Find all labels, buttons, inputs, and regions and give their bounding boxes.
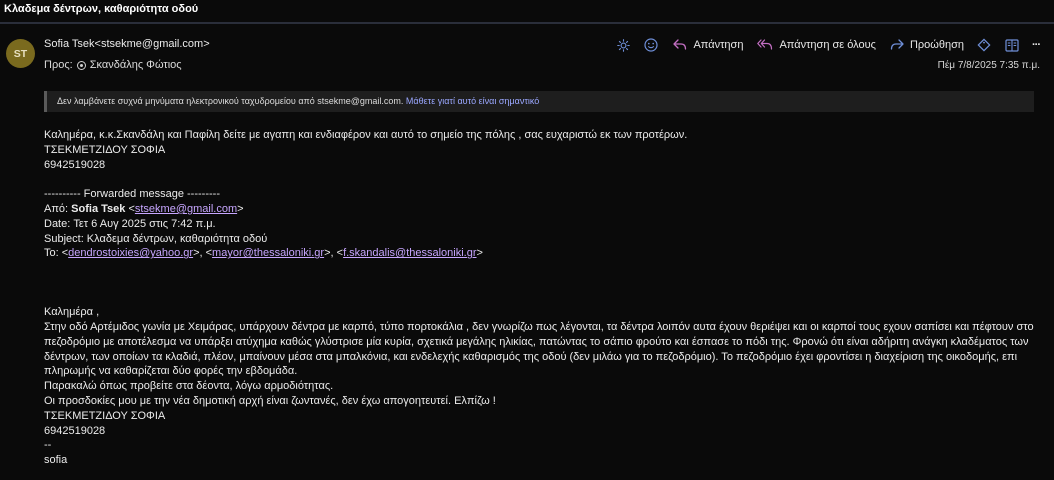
reply-all-button[interactable]: Απάντηση σε όλους (757, 39, 876, 51)
signature-phone: 6942519028 (44, 424, 106, 437)
forward-to: To: <dendrostoixies@yahoo.gr>, <mayor@th… (44, 247, 483, 260)
message-date: Πέμ 7/8/2025 7:35 π.μ. (937, 60, 1040, 71)
from-name: Sofia Tsek (71, 202, 126, 215)
avatar[interactable]: ST (6, 39, 35, 68)
person-icon (76, 60, 86, 70)
request-text: Παρακαλώ όπως προβείτε στα δέοντα, λόγω … (44, 380, 334, 393)
title-bar: Κλαδεμα δέντρων, καθαριότητα οδού (0, 0, 1054, 24)
forward-icon (890, 39, 904, 50)
window-title: Κλαδεμα δέντρων, καθαριότητα οδού (4, 3, 199, 15)
reply-all-icon (757, 39, 773, 50)
forward-subject: Subject: Κλαδεμα δέντρων, καθαριότητα οδ… (44, 232, 268, 245)
from-label: Από: (44, 202, 69, 215)
recipient-name[interactable]: Σκανδάλης Φώτιος (90, 59, 182, 71)
sender-name[interactable]: Sofia Tsek<stsekme@gmail.com> (44, 38, 210, 50)
notice-text: Δεν λαμβάνετε συχνά μηνύματα ηλεκτρονικο… (57, 96, 404, 106)
emoji-icon[interactable] (643, 37, 659, 53)
to-email-link[interactable]: mayor@thessaloniki.gr (212, 247, 324, 259)
expectations-text: Οι προσδοκίες μου με την νέα δημοτική αρ… (44, 394, 496, 407)
forward-header: ---------- Forwarded message --------- (44, 188, 220, 201)
tag-icon[interactable] (976, 37, 992, 53)
message-toolbar: Απάντηση Απάντηση σε όλους Προώθηση ··· (603, 36, 1041, 54)
more-options-button[interactable]: ··· (1032, 39, 1041, 51)
to-email-link[interactable]: f.skandalis@thessaloniki.gr (343, 247, 476, 259)
signature-separator: -- (44, 439, 52, 452)
reply-icon (673, 39, 687, 50)
forward-button[interactable]: Προώθηση (890, 39, 964, 51)
main-paragraph: Στην οδό Αρτέμιδος γωνία με Χειμάρας, υπ… (44, 320, 1034, 378)
signature-phone: 6942519028 (44, 158, 106, 171)
recipient-prefix: Προς: (44, 59, 73, 71)
from-email-link[interactable]: stsekme@gmail.com (135, 203, 237, 215)
immersive-reader-icon[interactable] (1004, 37, 1020, 53)
safety-notice: Δεν λαμβάνετε συχνά μηνύματα ηλεκτρονικο… (44, 91, 1034, 112)
message-body: Καλημέρα, κ.κ.Σκανδάλη και Παφίλη δείτε … (44, 128, 1044, 468)
notice-link[interactable]: Μάθετε γιατί αυτό είναι σημαντικό (406, 96, 539, 106)
intro-text: Καλημέρα, κ.κ.Σκανδάλη και Παφίλη δείτε … (44, 129, 688, 141)
to-label: To: (44, 247, 59, 260)
to-email-link[interactable]: dendrostoixies@yahoo.gr (68, 247, 193, 259)
forward-label: Προώθηση (909, 39, 964, 51)
forward-from: Από: Sofia Tsek <stsekme@gmail.com> (44, 202, 244, 215)
reply-label: Απάντηση (693, 39, 744, 51)
recipient-line: Προς: Σκανδάλης Φώτιος (44, 59, 182, 71)
reply-all-label: Απάντηση σε όλους (779, 39, 876, 51)
sun-icon[interactable] (615, 37, 631, 53)
more-icon: ··· (1032, 39, 1041, 51)
forward-date: Date: Τετ 6 Αυγ 2025 στις 7:42 π.μ. (44, 217, 216, 230)
signature-name: ΤΣΕΚΜΕΤΖΙΔΟΥ ΣΟΦΙΑ (44, 409, 166, 422)
signature-name: ΤΣΕΚΜΕΤΖΙΔΟΥ ΣΟΦΙΑ (44, 143, 166, 156)
reply-button[interactable]: Απάντηση (673, 39, 743, 51)
greeting: Καλημέρα , (44, 306, 100, 319)
signature-short: sofia (44, 454, 68, 467)
